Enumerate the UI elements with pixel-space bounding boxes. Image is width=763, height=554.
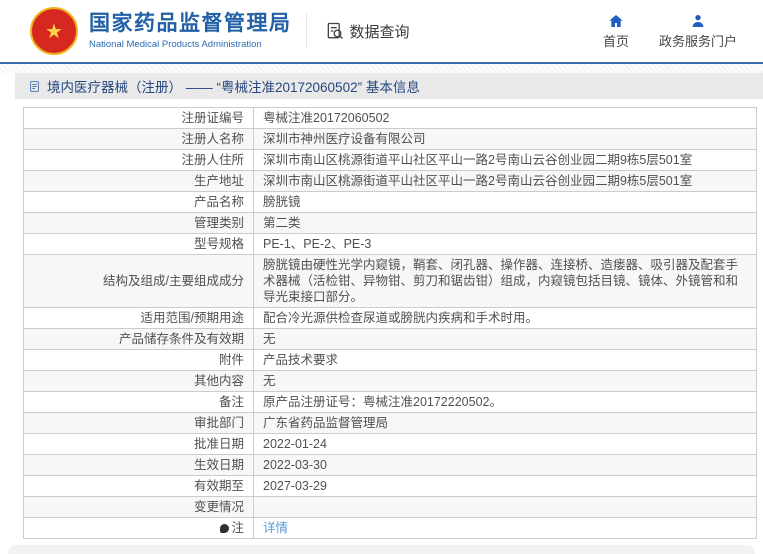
row-label: 生产地址 [23,170,254,192]
table-row: 产品储存条件及有效期 无 [23,328,757,350]
brand: 国家药品监督管理局 National Medical Products Admi… [89,12,292,49]
row-label: 产品储存条件及有效期 [23,328,254,350]
table-row: 型号规格 PE-1、PE-2、PE-3 [23,233,757,255]
hatch-strip [0,64,763,73]
row-value: 深圳市南山区桃源街道平山社区平山一路2号南山云谷创业园二期9栋5层501室 [253,149,757,171]
user-icon [692,14,704,27]
row-label: 注 [23,517,254,539]
row-label: 附件 [23,349,254,371]
row-value: 2022-03-30 [253,454,757,476]
row-value: 深圳市南山区桃源街道平山社区平山一路2号南山云谷创业园二期9栋5层501室 [253,170,757,192]
table-row: 结构及组成/主要组成成分 膀胱镜由硬性光学内窥镜，鞘套、闭孔器、操作器、连接桥、… [23,254,757,308]
row-label: 有效期至 [23,475,254,497]
row-label: 结构及组成/主要组成成分 [23,254,254,308]
nav-portal-label: 政务服务门户 [658,33,737,49]
footer-strip [8,545,755,554]
registration-info: 注册证编号 粤械注准20172060502 注册人名称 深圳市神州医疗设备有限公… [23,107,757,539]
row-label: 型号规格 [23,233,254,255]
national-emblem-icon: ★ [30,7,78,55]
info-table: 注册证编号 粤械注准20172060502 注册人名称 深圳市神州医疗设备有限公… [23,107,757,539]
table-row: 审批部门 广东省药品监督管理局 [23,412,757,434]
table-row: 有效期至 2027-03-29 [23,475,757,497]
row-label: 适用范围/预期用途 [23,307,254,329]
breadcrumb: 境内医疗器械（注册） —— “粤械注准20172060502” 基本信息 [15,73,763,99]
table-row: 生产地址 深圳市南山区桃源街道平山社区平山一路2号南山云谷创业园二期9栋5层50… [23,170,757,192]
row-value: 详情 [253,517,757,539]
table-row: 批准日期 2022-01-24 [23,433,757,455]
info-table-body: 注册证编号 粤械注准20172060502 注册人名称 深圳市神州医疗设备有限公… [23,107,757,539]
row-label: 生效日期 [23,454,254,476]
nav-home-label: 首页 [602,33,629,49]
brand-title: 国家药品监督管理局 [89,12,292,36]
table-row: 管理类别 第二类 [23,212,757,234]
table-row: 注册人名称 深圳市神州医疗设备有限公司 [23,128,757,150]
row-value: 广东省药品监督管理局 [253,412,757,434]
header-divider [305,14,307,48]
brand-subtitle: National Medical Products Administration [89,38,262,50]
table-row: 适用范围/预期用途 配合冷光源供检查尿道或膀胱内疾病和手术时用。 [23,307,757,329]
row-value: 膀胱镜由硬性光学内窥镜，鞘套、闭孔器、操作器、连接桥、造瘘器、吸引器及配套手术器… [253,254,757,308]
row-value: 产品技术要求 [253,349,757,371]
row-label: 注册证编号 [23,107,254,129]
row-value: 2022-01-24 [253,433,757,455]
row-value [253,496,757,518]
header: ★ 国家药品监督管理局 National Medical Products Ad… [0,0,763,62]
table-row: 产品名称 膀胱镜 [23,191,757,213]
note-icon [220,524,230,533]
row-value: PE-1、PE-2、PE-3 [253,233,757,255]
data-query-label: 数据查询 [349,23,410,41]
row-value: 第二类 [253,212,757,234]
row-value: 无 [253,328,757,350]
row-label: 审批部门 [23,412,254,434]
table-row: 备注 原产品注册证号：粤械注准20172220502。 [23,391,757,413]
row-value: 粤械注准20172060502 [253,107,757,129]
data-query-button[interactable]: 数据查询 [325,21,410,42]
row-label: 备注 [23,391,254,413]
row-label: 变更情况 [23,496,254,518]
nav-item-portal[interactable]: 政务服务门户 [659,13,737,50]
header-nav: 首页 政务服务门户 [603,13,763,50]
table-row: 注 详情 [23,517,757,539]
row-label: 产品名称 [23,191,254,213]
row-value: 无 [253,370,757,392]
table-row: 附件 产品技术要求 [23,349,757,371]
table-row: 注册证编号 粤械注准20172060502 [23,107,757,129]
detail-link[interactable]: 详情 [263,521,288,535]
row-value: 膀胱镜 [253,191,757,213]
row-value: 深圳市神州医疗设备有限公司 [253,128,757,150]
document-search-icon [327,22,343,39]
row-label: 注册人住所 [23,149,254,171]
table-row: 其他内容 无 [23,370,757,392]
nav-item-home[interactable]: 首页 [603,13,629,50]
row-value: 2027-03-29 [253,475,757,497]
page-title: 境内医疗器械（注册） —— “粤械注准20172060502” 基本信息 [47,80,420,95]
table-row: 注册人住所 深圳市南山区桃源街道平山社区平山一路2号南山云谷创业园二期9栋5层5… [23,149,757,171]
table-row: 变更情况 [23,496,757,518]
home-icon [609,14,623,27]
row-value: 原产品注册证号：粤械注准20172220502。 [253,391,757,413]
row-value: 配合冷光源供检查尿道或膀胱内疾病和手术时用。 [253,307,757,329]
row-label: 注册人名称 [23,128,254,150]
row-label: 其他内容 [23,370,254,392]
document-icon [30,80,39,92]
row-label: 批准日期 [23,433,254,455]
row-label: 管理类别 [23,212,254,234]
table-row: 生效日期 2022-03-30 [23,454,757,476]
